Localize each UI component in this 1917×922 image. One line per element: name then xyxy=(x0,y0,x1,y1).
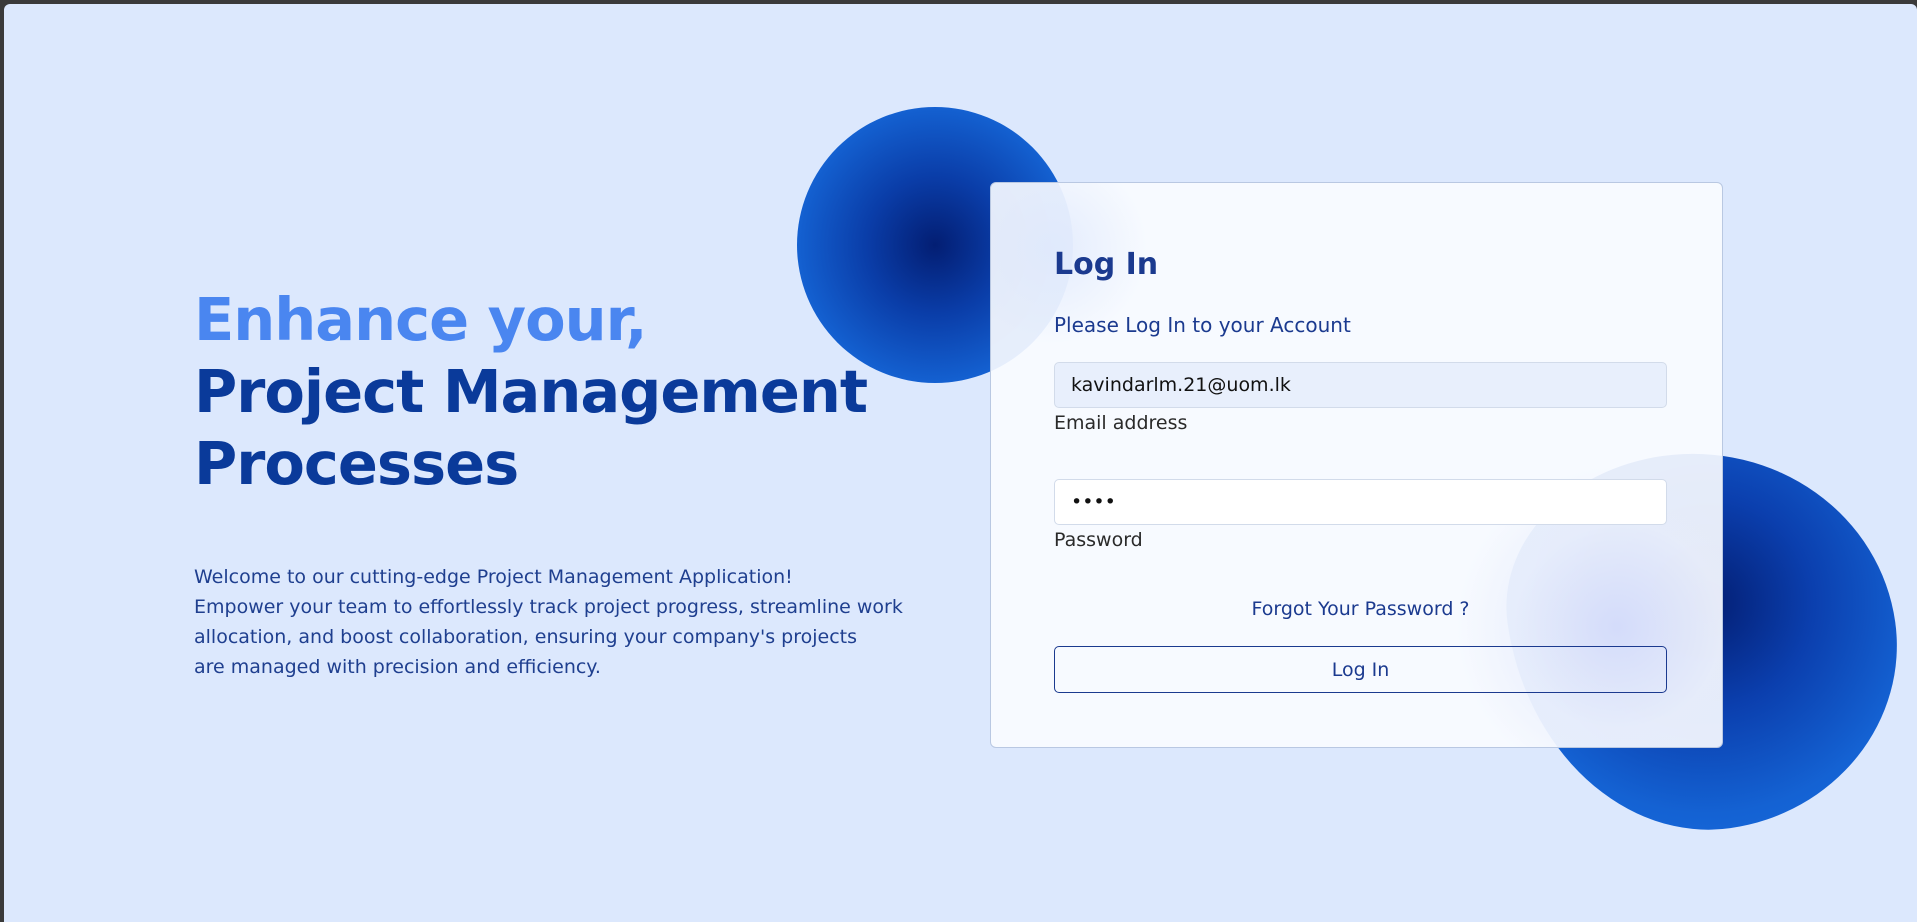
hero-heading: Enhance your, Project Management Process… xyxy=(194,284,954,500)
password-label: Password xyxy=(1054,529,1143,551)
password-input[interactable] xyxy=(1054,479,1667,525)
forgot-password-link[interactable]: Forgot Your Password ? xyxy=(1054,598,1667,620)
login-title: Log In xyxy=(1054,247,1159,282)
hero-description-line: are managed with precision and efficienc… xyxy=(194,656,601,678)
hero-description-line: Welcome to our cutting-edge Project Mana… xyxy=(194,566,793,588)
hero-description: Welcome to our cutting-edge Project Mana… xyxy=(194,562,954,682)
login-subtitle: Please Log In to your Account xyxy=(1054,313,1351,337)
login-page: Enhance your, Project Management Process… xyxy=(4,4,1917,922)
hero-heading-line-2: Project Management xyxy=(194,357,868,426)
hero-heading-line-1: Enhance your, xyxy=(194,285,648,354)
hero-description-line: allocation, and boost collaboration, ens… xyxy=(194,626,857,648)
hero-description-line: Empower your team to effortlessly track … xyxy=(194,596,903,618)
login-button[interactable]: Log In xyxy=(1054,646,1667,693)
hero-heading-line-3: Processes xyxy=(194,429,519,498)
email-input[interactable] xyxy=(1054,362,1667,408)
email-label: Email address xyxy=(1054,412,1188,434)
login-card: Log In Please Log In to your Account Ema… xyxy=(990,182,1723,748)
